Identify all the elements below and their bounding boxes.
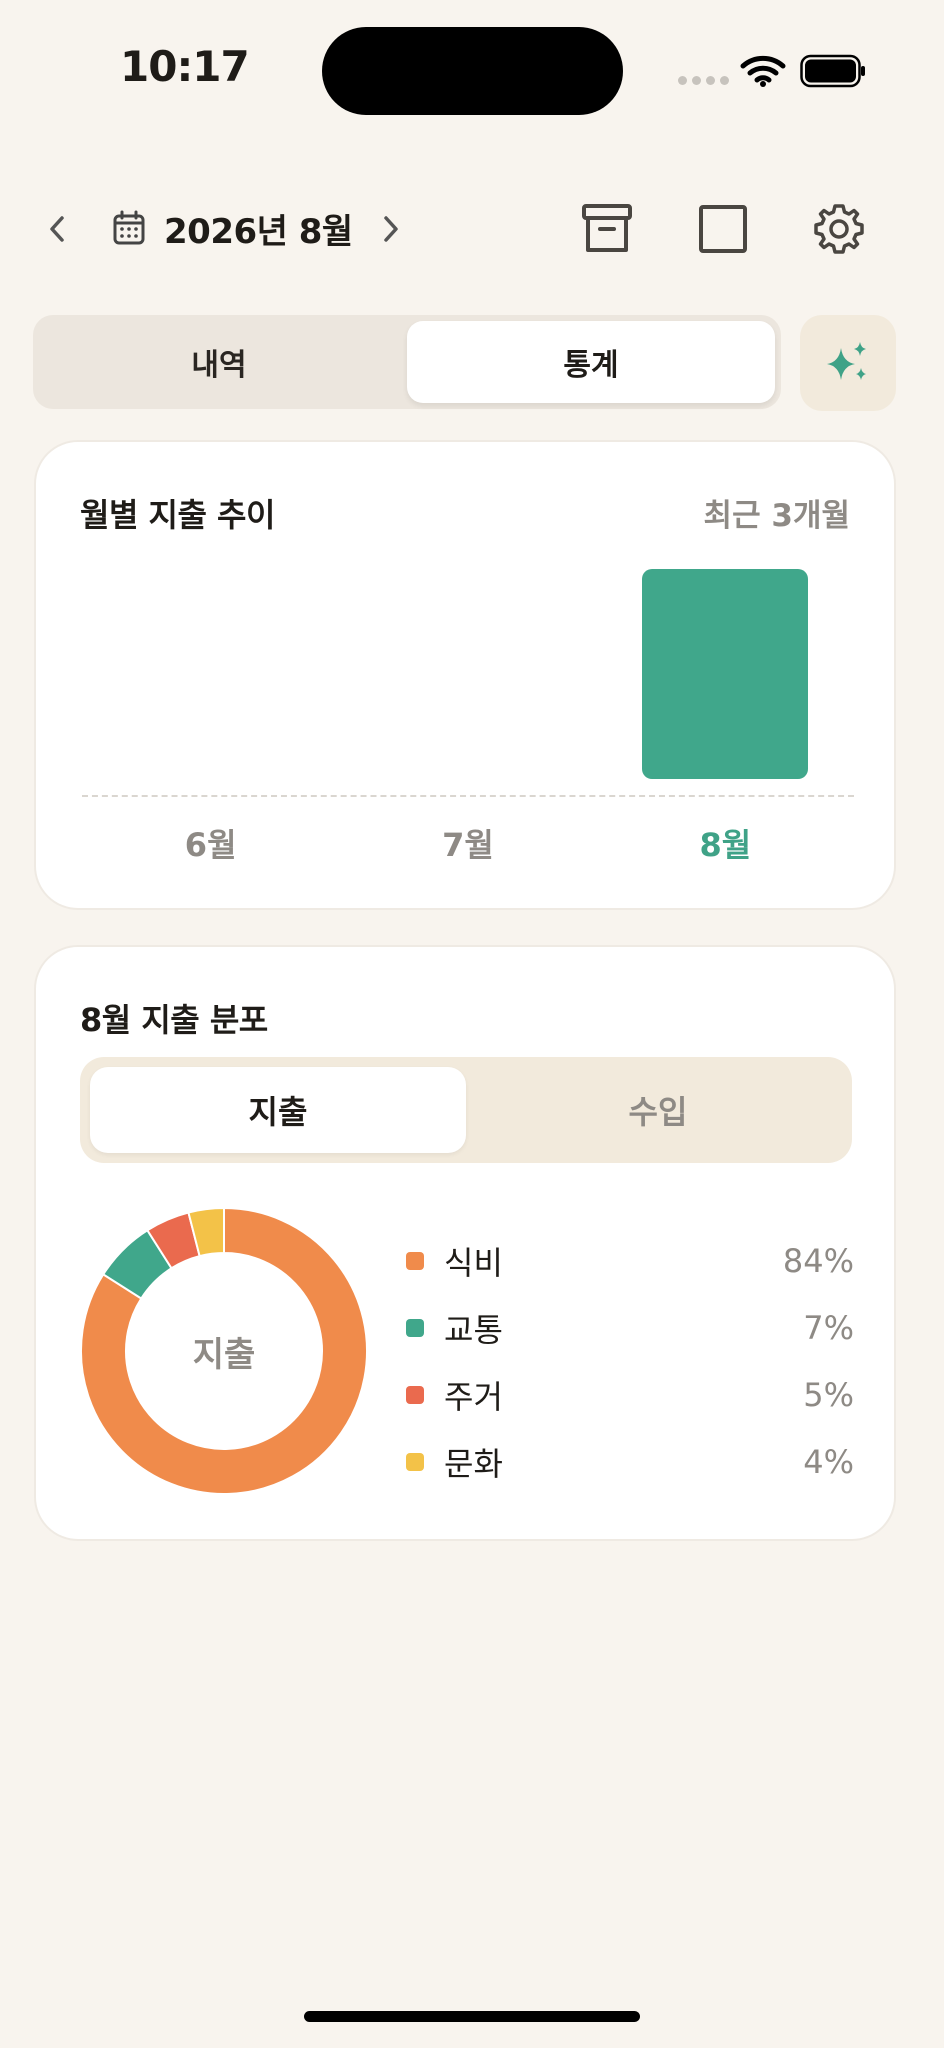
x-axis-label[interactable]: 8월 bbox=[645, 820, 805, 866]
legend-item[interactable]: 식비 84% bbox=[406, 1237, 854, 1285]
distribution-card-title: 8월 지출 분포 bbox=[80, 1001, 268, 1039]
month-title[interactable]: 2026년 8월 bbox=[164, 204, 353, 253]
battery-icon bbox=[800, 54, 865, 88]
legend-percent: 84% bbox=[782, 1242, 854, 1280]
legend-category-name: 식비 bbox=[444, 1244, 503, 1282]
legend-swatch bbox=[406, 1386, 424, 1404]
toggle-income[interactable]: 수입 bbox=[474, 1067, 842, 1153]
legend-category-name: 교통 bbox=[444, 1311, 503, 1349]
legend-category-name: 문화 bbox=[444, 1445, 503, 1483]
legend-percent: 4% bbox=[803, 1443, 854, 1481]
bar-chart: 6월 7월 8월 bbox=[36, 442, 898, 912]
dynamic-island bbox=[322, 27, 623, 115]
monthly-trend-card: 월별 지출 추이 최근 3개월 6월 7월 8월 bbox=[34, 440, 896, 910]
status-time: 10:17 bbox=[120, 42, 250, 91]
legend-percent: 7% bbox=[803, 1309, 854, 1347]
sparkles-icon bbox=[827, 342, 866, 380]
x-axis-label[interactable]: 6월 bbox=[131, 820, 291, 866]
legend-item[interactable]: 교통 7% bbox=[406, 1304, 854, 1352]
x-axis-label[interactable]: 7월 bbox=[388, 820, 548, 866]
legend-swatch bbox=[406, 1252, 424, 1270]
bar-3[interactable] bbox=[642, 569, 809, 779]
next-month-button[interactable] bbox=[372, 208, 408, 250]
legend-swatch bbox=[406, 1319, 424, 1337]
cellular-signal-icon bbox=[678, 76, 729, 85]
legend-swatch bbox=[406, 1453, 424, 1471]
gear-icon[interactable] bbox=[812, 202, 866, 256]
tab-statistics[interactable]: 통계 bbox=[407, 321, 775, 403]
archive-icon[interactable] bbox=[580, 202, 634, 256]
distribution-card: 8월 지출 분포 지출 수입 지출 식비 84% 교통 7% 주거 5% 문화 4% bbox=[34, 945, 896, 1541]
ai-insight-button[interactable] bbox=[800, 315, 896, 411]
tab-history[interactable]: 내역 bbox=[39, 321, 399, 403]
previous-month-button[interactable] bbox=[40, 208, 76, 250]
donut-center-label: 지출 bbox=[192, 1335, 256, 1375]
legend-percent: 5% bbox=[803, 1376, 854, 1414]
chart-baseline bbox=[82, 795, 854, 797]
home-indicator bbox=[304, 2011, 640, 2022]
wifi-icon bbox=[740, 55, 786, 87]
legend-item[interactable]: 주거 5% bbox=[406, 1371, 854, 1419]
legend-item[interactable]: 문화 4% bbox=[406, 1438, 854, 1486]
toggle-expense[interactable]: 지출 bbox=[90, 1067, 466, 1153]
calendar-icon[interactable] bbox=[112, 210, 146, 246]
type-toggle: 지출 수입 bbox=[80, 1057, 852, 1163]
square-icon[interactable] bbox=[698, 204, 748, 254]
legend-category-name: 주거 bbox=[444, 1378, 503, 1416]
view-tabs: 내역 통계 bbox=[33, 315, 781, 409]
